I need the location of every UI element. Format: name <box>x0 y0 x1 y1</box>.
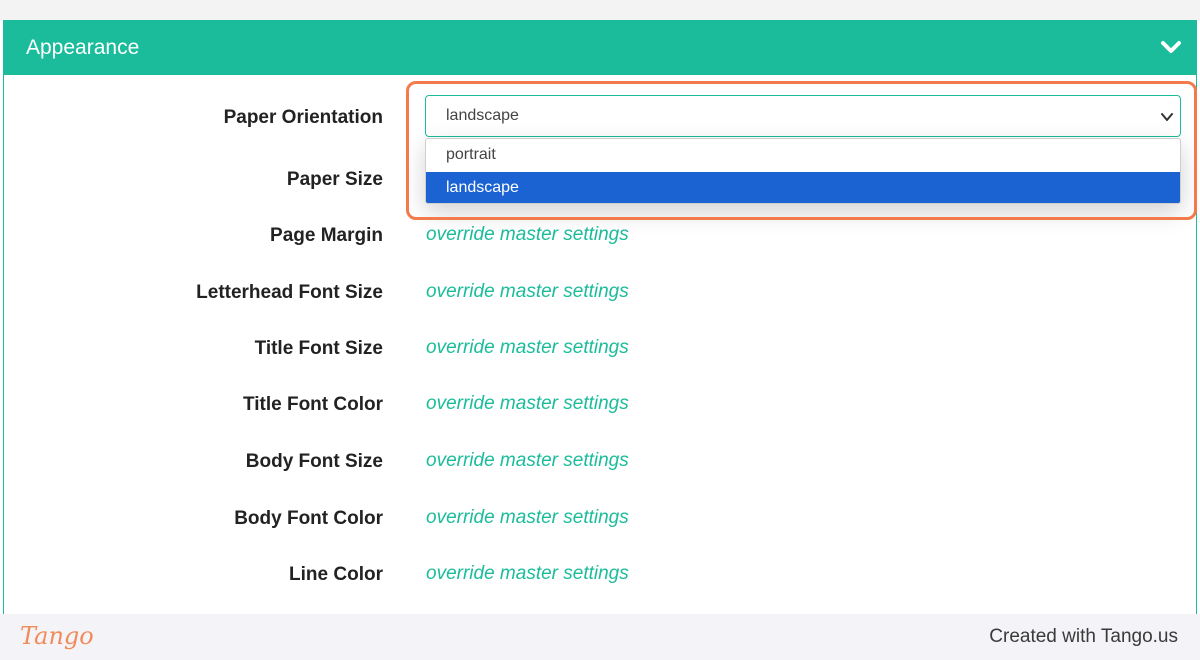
highlight-frame <box>406 81 1197 220</box>
screenshot-canvas: Appearance Paper Orientation Paper Size … <box>0 0 1200 660</box>
credit-text: Created with Tango.us <box>989 626 1178 647</box>
override-link-letterhead-font-size[interactable]: override master settings <box>426 281 629 303</box>
row-label-body-font-color: Body Font Color <box>234 508 383 529</box>
row-label-title-font-color: Title Font Color <box>242 394 383 415</box>
appearance-panel: Appearance Paper Orientation Paper Size … <box>3 20 1197 620</box>
row-label-line-color: Line Color <box>289 564 383 585</box>
row-label-body-font-size: Body Font Size <box>245 451 383 472</box>
override-link-title-font-size[interactable]: override master settings <box>426 337 629 359</box>
row-label-paper-size: Paper Size <box>286 169 383 190</box>
row-label-title-font-size: Title Font Size <box>254 338 383 359</box>
override-link-page-margin[interactable]: override master settings <box>426 224 629 246</box>
row-label-letterhead-font-size: Letterhead Font Size <box>196 282 383 303</box>
override-link-body-font-size[interactable]: override master settings <box>426 450 629 472</box>
chevron-down-icon[interactable] <box>1160 39 1182 55</box>
row-label-page-margin: Page Margin <box>270 225 383 246</box>
panel-title: Appearance <box>26 36 140 59</box>
top-strip <box>0 0 1200 20</box>
panel-header[interactable]: Appearance <box>4 21 1196 75</box>
tango-logo: Tango <box>20 622 94 650</box>
override-link-body-font-color[interactable]: override master settings <box>426 507 629 529</box>
override-link-title-font-color[interactable]: override master settings <box>426 393 629 415</box>
footer: Tango Created with Tango.us <box>0 614 1200 660</box>
override-link-line-color[interactable]: override master settings <box>426 563 629 585</box>
paper-orientation-label: Paper Orientation <box>223 107 383 128</box>
